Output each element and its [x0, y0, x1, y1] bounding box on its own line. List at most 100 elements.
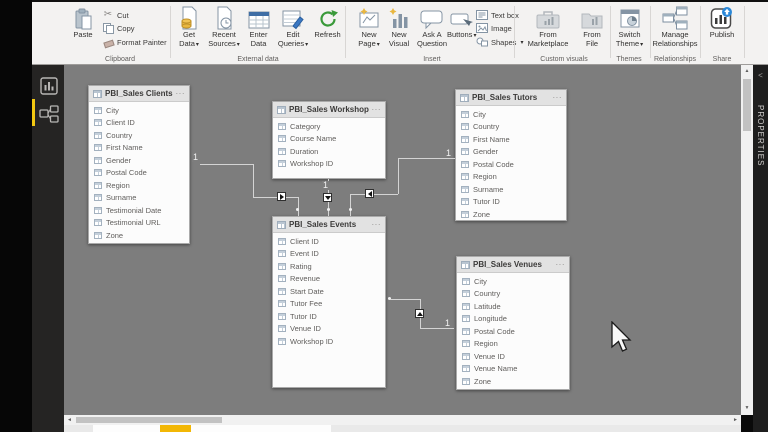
edit-queries-icon — [275, 5, 311, 30]
model-table-venues[interactable]: PBI_Sales Venues ··· CityCountryLatitude… — [456, 256, 570, 390]
scroll-down-icon[interactable]: ▼ — [741, 406, 753, 411]
table-field-row[interactable]: Workshop ID — [273, 335, 385, 348]
model-canvas[interactable]: PBI_Sales Clients ··· CityClient IDCount… — [64, 65, 741, 415]
text-box-button[interactable]: Text box — [476, 10, 519, 20]
table-field-row[interactable]: Venue ID — [457, 350, 569, 363]
copy-button[interactable]: Copy — [102, 23, 135, 33]
page-tab-highlight[interactable] — [160, 425, 191, 432]
table-header[interactable]: PBI_Sales Venues ··· — [457, 257, 569, 273]
table-field-row[interactable]: Client ID — [89, 117, 189, 130]
table-field-row[interactable]: Surname — [456, 183, 566, 196]
table-menu-ellipsis[interactable]: ··· — [372, 220, 382, 229]
table-field-row[interactable]: Gender — [89, 154, 189, 167]
image-button[interactable]: Image — [476, 23, 512, 33]
table-field-row[interactable]: City — [89, 104, 189, 117]
cut-button[interactable]: ✂ Cut — [102, 10, 129, 20]
table-header[interactable]: PBI_Sales Tutors ··· — [456, 90, 566, 106]
table-field-row[interactable]: First Name — [89, 142, 189, 155]
table-field-row[interactable]: Venue ID — [273, 323, 385, 336]
table-field-row[interactable]: Venue Name — [457, 363, 569, 376]
model-table-events[interactable]: PBI_Sales Events ··· Client IDEvent IDRa… — [272, 216, 386, 388]
table-field-row[interactable]: Postal Code — [457, 325, 569, 338]
vertical-scrollbar-thumb[interactable] — [743, 79, 751, 131]
relationship-arrow-up-icon[interactable] — [415, 309, 424, 318]
table-field-row[interactable]: Revenue — [273, 273, 385, 286]
buttons-button[interactable]: Buttons▾ — [447, 5, 475, 41]
enter-data-button[interactable]: Enter Data — [242, 5, 275, 48]
field-label: Course Name — [290, 134, 336, 143]
table-menu-ellipsis[interactable]: ··· — [556, 260, 566, 269]
horizontal-scrollbar-thumb[interactable] — [76, 417, 222, 423]
model-table-workshops[interactable]: PBI_Sales Workshops ··· CategoryCourse N… — [272, 101, 386, 179]
expand-properties-chevron-icon[interactable]: < — [753, 71, 768, 80]
format-painter-button[interactable]: Format Painter — [102, 37, 167, 47]
table-field-row[interactable]: Country — [89, 129, 189, 142]
relationship-arrow-down-icon[interactable] — [323, 193, 332, 202]
table-field-row[interactable]: Gender — [456, 146, 566, 159]
table-field-row[interactable]: Testimonial URL — [89, 217, 189, 230]
report-view-button[interactable] — [38, 75, 60, 97]
table-header[interactable]: PBI_Sales Workshops ··· — [273, 102, 385, 118]
table-field-row[interactable]: Tutor ID — [456, 196, 566, 209]
publish-button[interactable]: Publish — [703, 5, 741, 40]
scroll-left-icon[interactable]: ◄ — [67, 417, 72, 423]
new-page-button[interactable]: New Page▾ — [354, 5, 384, 49]
paste-button[interactable]: Paste — [66, 5, 100, 40]
table-header[interactable]: PBI_Sales Events ··· — [273, 217, 385, 233]
scroll-up-icon[interactable]: ▲ — [741, 69, 753, 74]
vertical-scrollbar[interactable]: ▲ ▼ — [741, 65, 753, 415]
recent-sources-button[interactable]: Recent Sources▾ — [206, 5, 242, 49]
table-menu-ellipsis[interactable]: ··· — [553, 93, 563, 102]
table-field-row[interactable]: Category — [273, 120, 385, 133]
edit-queries-button[interactable]: Edit Queries▾ — [275, 5, 311, 49]
refresh-button[interactable]: Refresh — [311, 5, 344, 40]
table-field-row[interactable]: Region — [457, 338, 569, 351]
field-icon — [94, 182, 102, 189]
table-field-row[interactable]: Surname — [89, 192, 189, 205]
table-field-row[interactable]: Event ID — [273, 248, 385, 261]
table-field-row[interactable]: Region — [89, 179, 189, 192]
manage-relationships-button[interactable]: Manage Relationships — [651, 5, 699, 48]
table-menu-ellipsis[interactable]: ··· — [176, 89, 186, 98]
model-table-tutors[interactable]: PBI_Sales Tutors ··· CityCountryFirst Na… — [455, 89, 567, 221]
shapes-button[interactable]: Shapes ▾ — [476, 37, 523, 47]
table-field-row[interactable]: First Name — [456, 133, 566, 146]
table-field-row[interactable]: City — [456, 108, 566, 121]
table-field-row[interactable]: Zone — [89, 229, 189, 242]
model-view-button[interactable] — [38, 103, 60, 125]
relationship-arrow-left-icon[interactable] — [365, 189, 374, 198]
table-field-row[interactable]: Workshop ID — [273, 158, 385, 171]
table-field-row[interactable]: Tutor Fee — [273, 298, 385, 311]
table-menu-ellipsis[interactable]: ··· — [372, 105, 382, 114]
table-field-row[interactable]: Latitude — [457, 300, 569, 313]
table-field-row[interactable]: Region — [456, 171, 566, 184]
table-field-row[interactable]: Client ID — [273, 235, 385, 248]
field-icon — [278, 135, 286, 142]
ask-a-question-button[interactable]: Ask A Question — [414, 5, 450, 48]
table-field-row[interactable]: Country — [456, 121, 566, 134]
table-grid-icon — [461, 261, 470, 269]
table-field-row[interactable]: Course Name — [273, 133, 385, 146]
table-field-row[interactable]: Testimonial Date — [89, 204, 189, 217]
get-data-button[interactable]: Get Data▾ — [172, 5, 206, 49]
horizontal-scrollbar[interactable]: ◄ ► — [64, 415, 741, 425]
from-marketplace-button[interactable]: From Marketplace — [519, 5, 577, 48]
table-field-row[interactable]: Longitude — [457, 313, 569, 326]
table-field-row[interactable]: Tutor ID — [273, 310, 385, 323]
table-field-row[interactable]: City — [457, 275, 569, 288]
table-header[interactable]: PBI_Sales Clients ··· — [89, 86, 189, 102]
relationship-arrow-right-icon[interactable] — [277, 192, 286, 201]
table-field-row[interactable]: Start Date — [273, 285, 385, 298]
table-field-row[interactable]: Duration — [273, 145, 385, 158]
table-field-row[interactable]: Zone — [456, 208, 566, 221]
switch-theme-button[interactable]: Switch Theme▾ — [611, 5, 648, 49]
model-table-clients[interactable]: PBI_Sales Clients ··· CityClient IDCount… — [88, 85, 190, 244]
new-visual-button[interactable]: New Visual — [384, 5, 414, 48]
table-field-row[interactable]: Country — [457, 288, 569, 301]
table-field-row[interactable]: Postal Code — [456, 158, 566, 171]
table-field-row[interactable]: Postal Code — [89, 167, 189, 180]
table-field-row[interactable]: Rating — [273, 260, 385, 273]
from-file-button[interactable]: From File — [577, 5, 607, 48]
scroll-right-icon[interactable]: ► — [733, 417, 738, 423]
table-field-row[interactable]: Zone — [457, 375, 569, 388]
